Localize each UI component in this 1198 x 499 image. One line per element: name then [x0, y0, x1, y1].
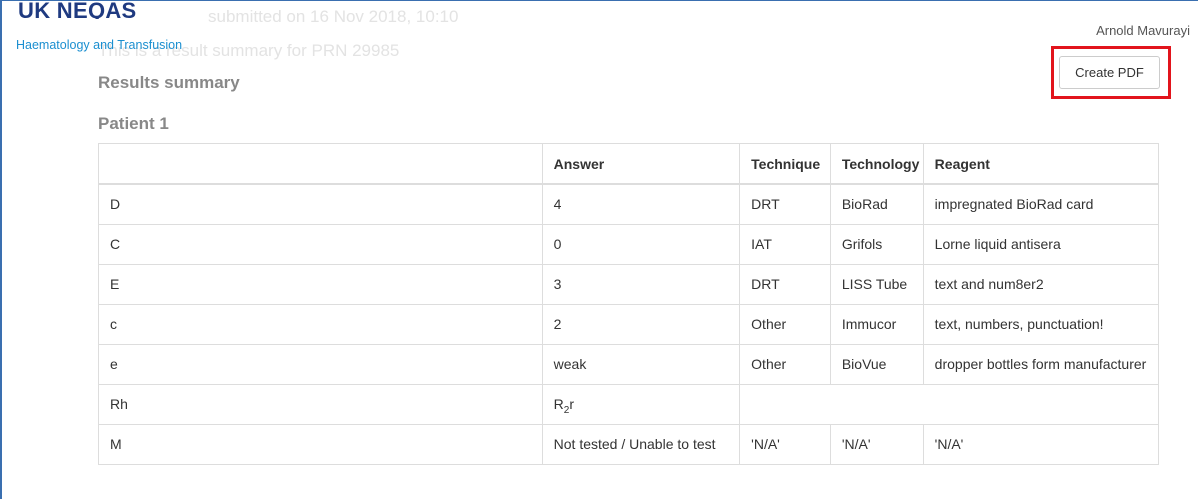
row-empty-cell [739, 384, 1159, 425]
header-answer: Answer [541, 143, 741, 185]
table-row: M Not tested / Unable to test 'N/A' 'N/A… [98, 424, 1160, 465]
row-name: C [98, 224, 543, 265]
row-technology: Immucor [829, 304, 924, 345]
patient-heading: Patient 1 [98, 114, 169, 133]
row-reagent: text, numbers, punctuation! [922, 304, 1160, 345]
row-reagent: dropper bottles form manufacturer [922, 344, 1160, 385]
row-reagent: text and num8er2 [922, 264, 1160, 305]
results-page: submitted on 16 Nov 2018, 10:10 This is … [0, 0, 1198, 499]
table-row: E 3 DRT LISS Tube text and num8er2 [98, 264, 1160, 305]
row-technology: BioRad [829, 183, 924, 225]
logo-subtitle: Haematology and Transfusion [16, 38, 183, 52]
header-technology: Technology [829, 143, 924, 185]
table-row: e weak Other BioVue dropper bottles form… [98, 344, 1160, 385]
row-technique: IAT [739, 224, 831, 265]
row-technique: DRT [739, 183, 831, 225]
row-technology: 'N/A' [829, 424, 924, 465]
row-technique: Other [739, 344, 831, 385]
row-name: M [98, 424, 543, 465]
row-answer: 0 [541, 224, 741, 265]
header-reagent: Reagent [922, 143, 1160, 185]
row-name: E [98, 264, 543, 305]
row-answer: R2r [541, 384, 741, 425]
logo-title: UK NEQAS [18, 1, 137, 19]
row-technology: Grifols [829, 224, 924, 265]
row-name: e [98, 344, 543, 385]
table-header-row: Answer Technique Technology Reagent [98, 143, 1160, 185]
row-technique: Other [739, 304, 831, 345]
rh-answer-main: R [553, 396, 564, 412]
row-name: D [98, 183, 543, 225]
header-blank [98, 143, 543, 185]
header-technique: Technique [739, 143, 831, 185]
table-row: C 0 IAT Grifols Lorne liquid antisera [98, 224, 1160, 265]
results-table: Answer Technique Technology Reagent D 4 … [98, 143, 1160, 465]
row-name: Rh [98, 384, 543, 425]
row-answer: Not tested / Unable to test [541, 424, 741, 465]
row-technique: 'N/A' [739, 424, 831, 465]
row-name: c [98, 304, 543, 345]
table-row: D 4 DRT BioRad impregnated BioRad card [98, 183, 1160, 225]
row-answer: weak [541, 344, 741, 385]
row-answer: 3 [541, 264, 741, 305]
create-pdf-button[interactable]: Create PDF [1059, 56, 1160, 89]
row-technology: LISS Tube [829, 264, 924, 305]
row-technology: BioVue [829, 344, 924, 385]
rh-answer-tail: r [569, 396, 574, 412]
table-row: Rh R2r [98, 384, 1159, 425]
row-answer: 4 [541, 183, 741, 225]
submitted-text: submitted on 16 Nov 2018, 10:10 [208, 7, 459, 26]
row-answer: 2 [541, 304, 741, 345]
results-summary-heading: Results summary [98, 73, 240, 92]
row-reagent: impregnated BioRad card [922, 183, 1160, 225]
user-name[interactable]: Arnold Mavurayi [1096, 23, 1190, 38]
row-reagent: Lorne liquid antisera [922, 224, 1160, 265]
row-technique: DRT [739, 264, 831, 305]
table-row: c 2 Other Immucor text, numbers, punctua… [98, 304, 1160, 345]
row-reagent: 'N/A' [922, 424, 1160, 465]
